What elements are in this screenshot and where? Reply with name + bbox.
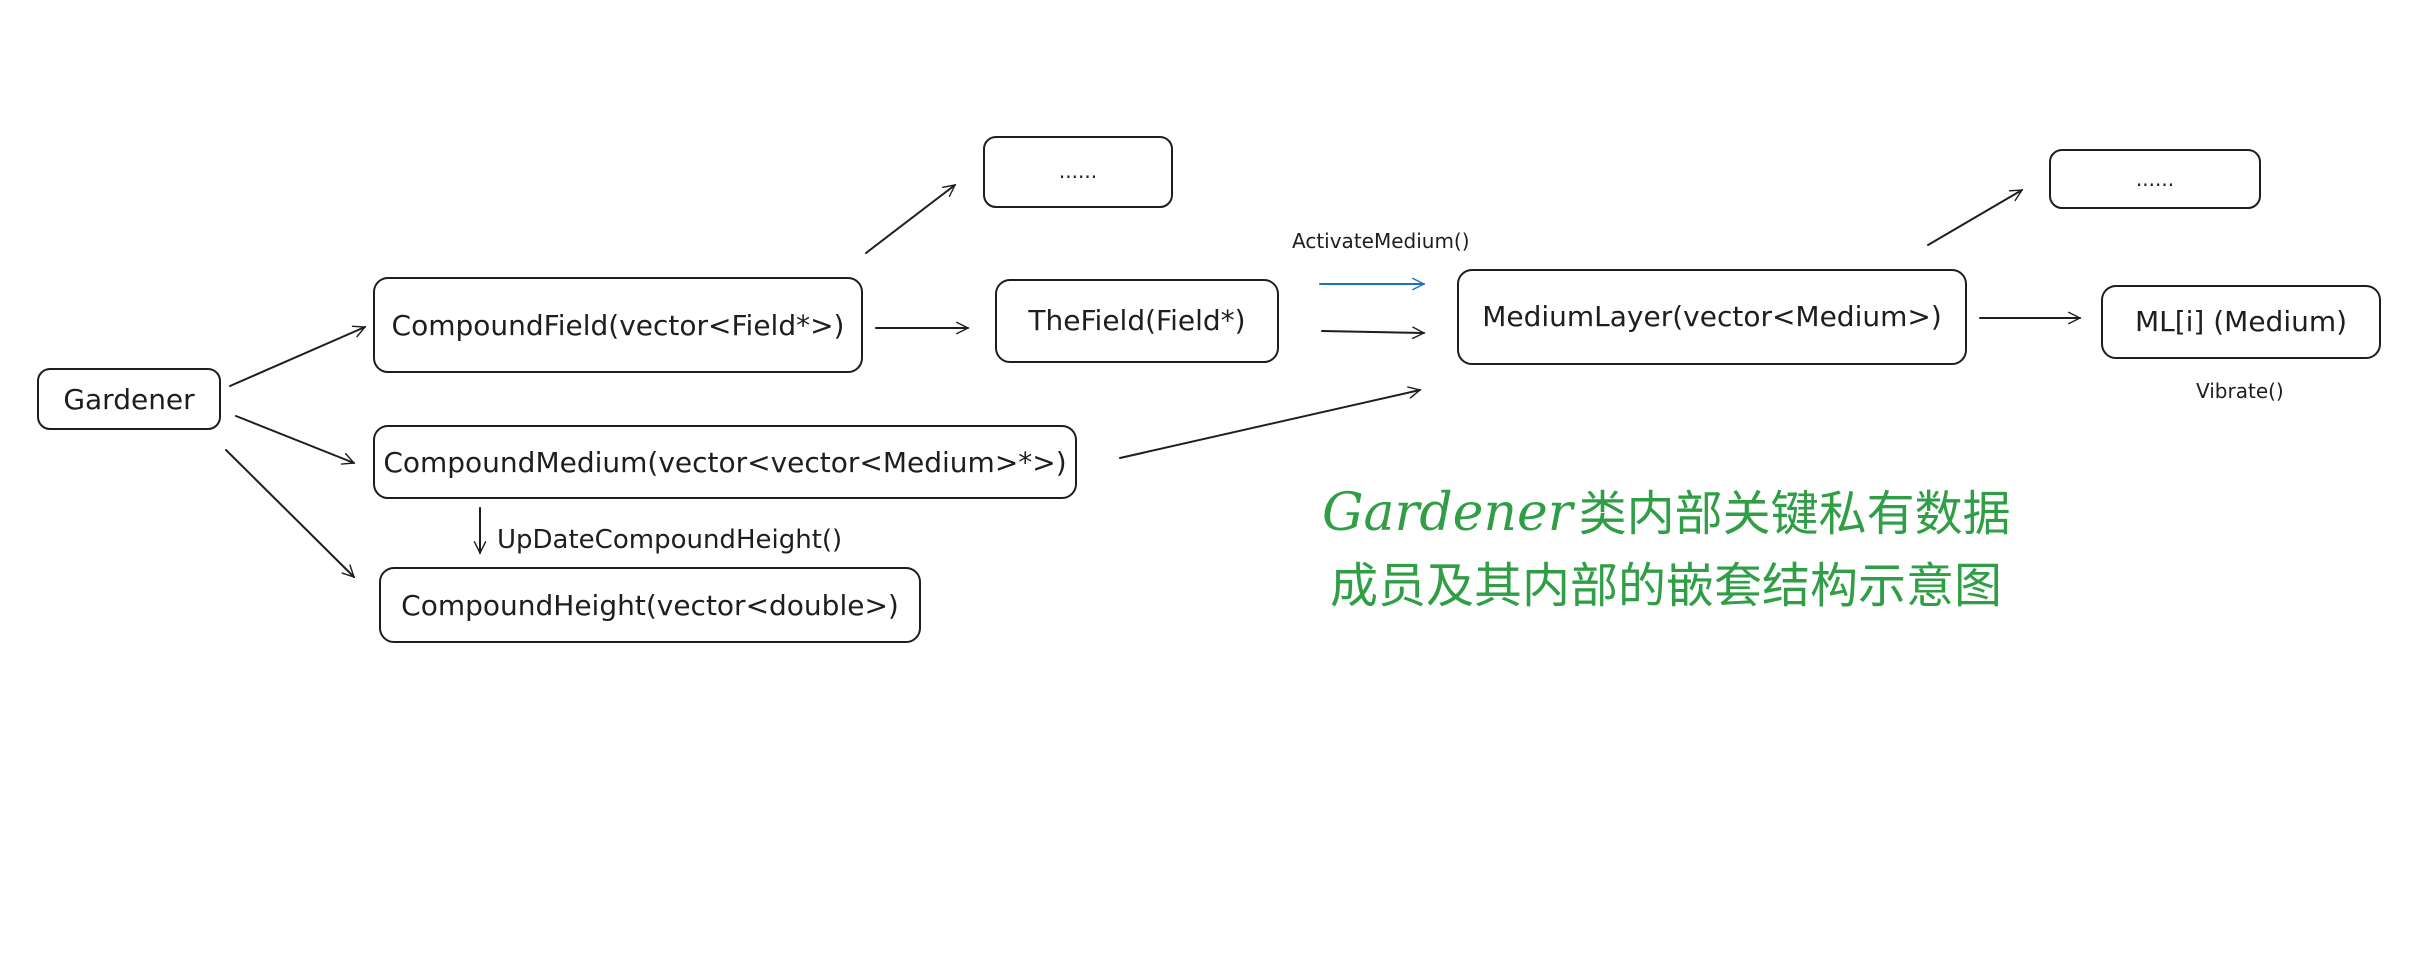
node-the-field: TheField(Field*)	[995, 279, 1279, 363]
node-compound-field: CompoundField(vector<Field*>)	[373, 277, 863, 373]
diagram-title: Gardener 类内部关键私有数据 成员及其内部的嵌套结构示意图	[1322, 483, 2011, 614]
node-gardener: Gardener	[37, 368, 221, 430]
node-compound-height-label: CompoundHeight(vector<double>)	[401, 589, 899, 622]
node-ellipsis-top-left-label: ......	[1059, 159, 1097, 183]
edge-gardener-to-compound-field	[229, 327, 365, 387]
edge-label-update-compound-height: UpDateCompoundHeight()	[497, 525, 842, 555]
edge-label-vibrate: Vibrate()	[2196, 379, 2284, 403]
node-medium-layer: MediumLayer(vector<Medium>)	[1457, 269, 1967, 365]
edge-the-field-to-medium-layer	[1321, 331, 1424, 333]
node-compound-height: CompoundHeight(vector<double>)	[379, 567, 921, 643]
class-structure-diagram: Gardener CompoundField(vector<Field*>) C…	[37, 136, 2381, 643]
edge-compound-field-to-ellipsis	[865, 184, 955, 254]
node-the-field-label: TheField(Field*)	[1027, 304, 1245, 337]
edge-gardener-to-compound-medium	[235, 415, 354, 463]
node-ellipsis-top-right-label: ......	[2136, 167, 2174, 191]
diagram-title-english: Gardener	[1322, 483, 1576, 543]
edge-gardener-to-compound-height	[225, 449, 354, 577]
edge-medium-layer-to-ellipsis	[1927, 189, 2022, 246]
node-compound-field-label: CompoundField(vector<Field*>)	[392, 309, 845, 342]
edge-label-activate-medium: ActivateMedium()	[1292, 229, 1470, 253]
node-ellipsis-top-right: ......	[2049, 149, 2261, 209]
node-compound-medium: CompoundMedium(vector<vector<Medium>*>)	[373, 425, 1077, 499]
node-medium-layer-label: MediumLayer(vector<Medium>)	[1482, 300, 1942, 333]
node-ml-i-label: ML[i] (Medium)	[2135, 305, 2347, 338]
diagram-title-cn-line-2: 成员及其内部的嵌套结构示意图	[1330, 558, 2002, 614]
node-ellipsis-top-left: ......	[983, 136, 1173, 208]
diagram-title-line-1: Gardener 类内部关键私有数据	[1322, 483, 2011, 543]
diagram-title-cn-line-1: 类内部关键私有数据	[1579, 486, 2011, 542]
edge-compound-medium-to-medium-layer	[1119, 390, 1420, 459]
node-gardener-label: Gardener	[63, 383, 195, 416]
node-compound-medium-label: CompoundMedium(vector<vector<Medium>*>)	[383, 446, 1066, 479]
node-ml-i: ML[i] (Medium)	[2101, 285, 2381, 359]
